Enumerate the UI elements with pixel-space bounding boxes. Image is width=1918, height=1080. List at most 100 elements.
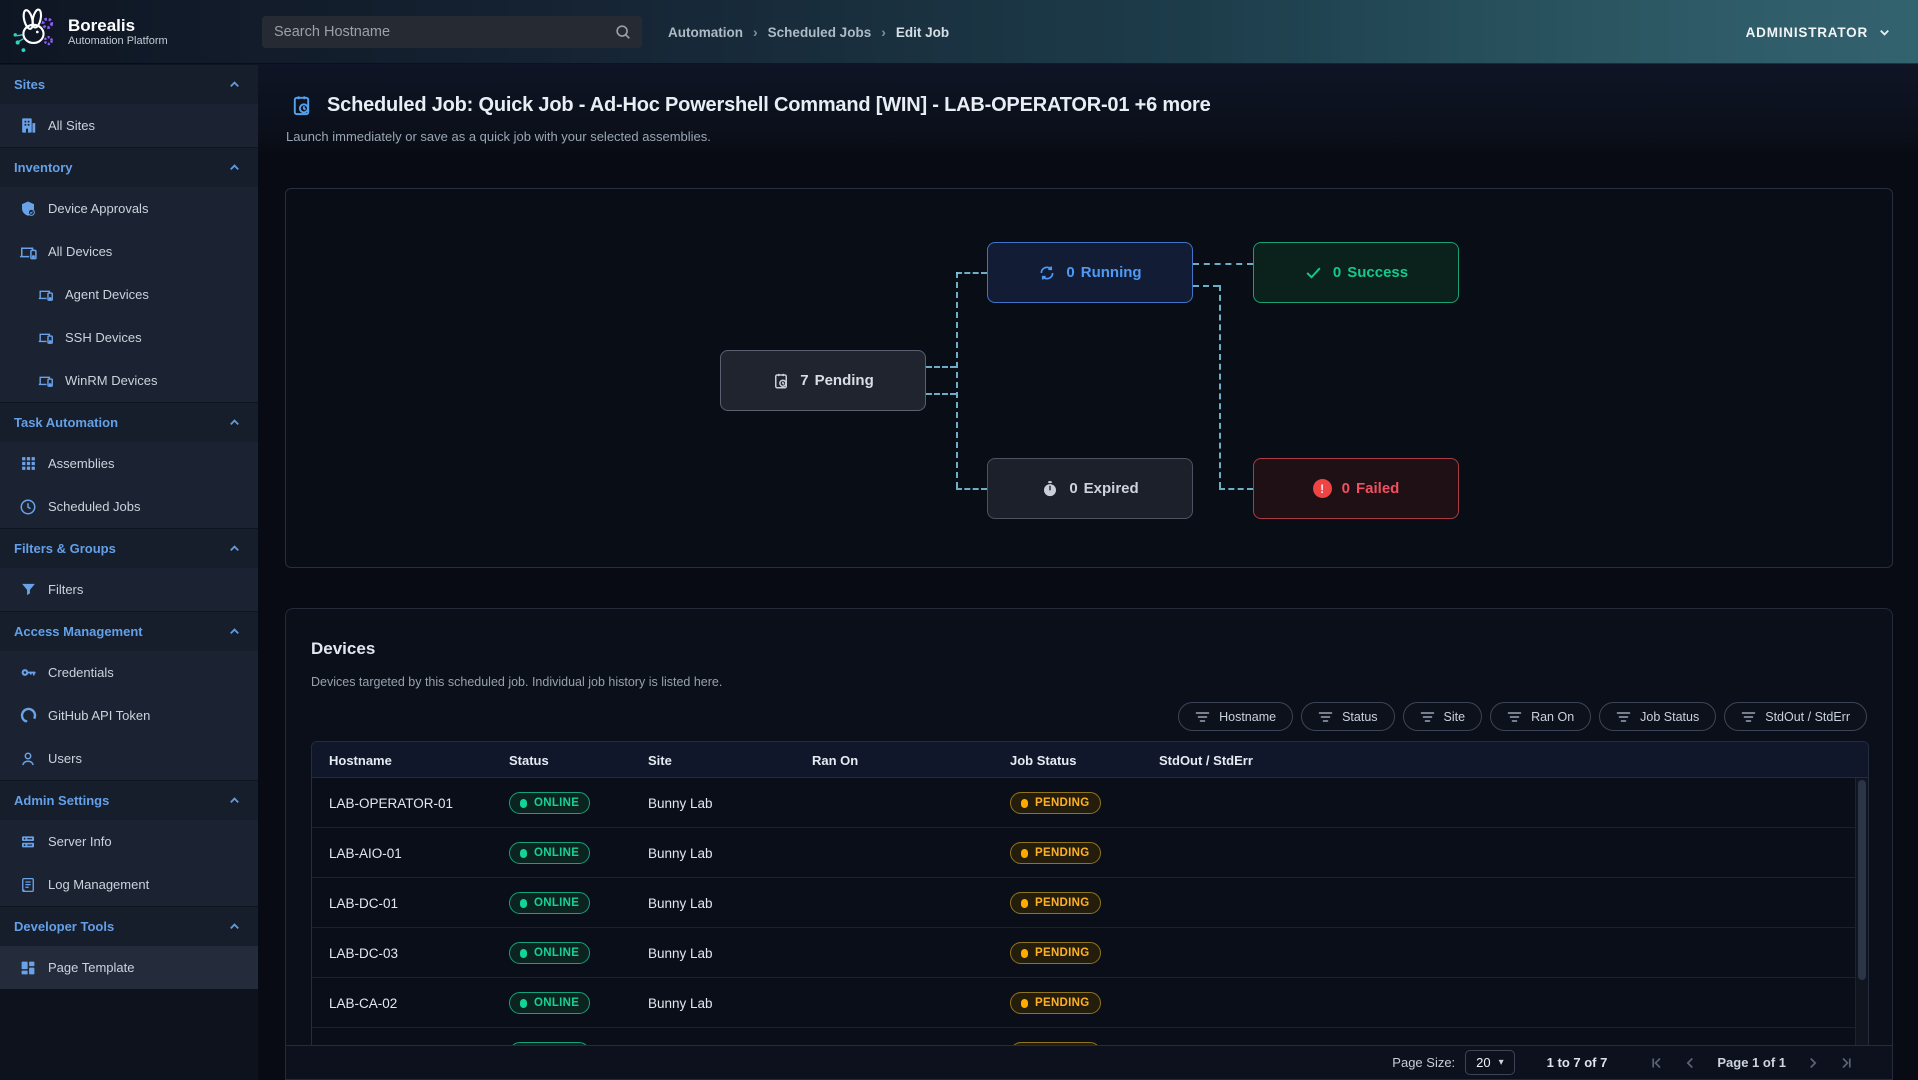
column-header-status[interactable]: Status	[509, 742, 549, 778]
page-size-select[interactable]: 20 ▾	[1465, 1050, 1515, 1075]
sidebar-section-sites[interactable]: Sites	[0, 64, 258, 104]
log-icon	[18, 875, 38, 895]
filter-lines-icon	[1741, 711, 1756, 723]
connector-line	[1193, 263, 1253, 265]
previous-page-icon[interactable]	[1683, 1056, 1697, 1070]
filter-lines-icon	[1507, 711, 1522, 723]
chevron-up-icon	[227, 624, 242, 639]
filter-chip-ran-on[interactable]: Ran On	[1490, 702, 1591, 731]
sidebar-item-device-approvals[interactable]: Device Approvals	[0, 187, 258, 230]
filter-chip-job-status[interactable]: Job Status	[1599, 702, 1716, 731]
page-title: Scheduled Job: Quick Job - Ad-Hoc Powers…	[327, 94, 1211, 117]
section-label: Inventory	[14, 160, 73, 175]
layout-icon	[18, 958, 38, 978]
sidebar-item-agent-devices[interactable]: Agent Devices	[0, 273, 258, 316]
scheduled-job-icon	[290, 94, 313, 117]
sidebar-item-credentials[interactable]: Credentials	[0, 651, 258, 694]
sidebar-section-access-management[interactable]: Access Management	[0, 611, 258, 651]
filter-chip-stdout-stderr[interactable]: StdOut / StdErr	[1724, 702, 1867, 731]
expired-count: 0	[1069, 480, 1077, 497]
sidebar-section-filters-groups[interactable]: Filters & Groups	[0, 528, 258, 568]
page-size-value: 20	[1476, 1055, 1490, 1070]
sidebar-item-assemblies[interactable]: Assemblies	[0, 442, 258, 485]
status-dot-icon	[520, 899, 527, 908]
chevron-up-icon	[227, 541, 242, 556]
breadcrumb-automation[interactable]: Automation	[668, 25, 743, 40]
scrollbar-thumb[interactable]	[1858, 780, 1866, 980]
devices-icon	[35, 285, 55, 305]
sidebar-item-ssh-devices[interactable]: SSH Devices	[0, 316, 258, 359]
hostname-cell: LAB-AIO-01	[329, 828, 402, 878]
column-header-ran-on[interactable]: Ran On	[812, 742, 858, 778]
check-icon	[1304, 263, 1323, 282]
sidebar-item-page-template[interactable]: Page Template	[0, 946, 258, 989]
page-header: Scheduled Job: Quick Job - Ad-Hoc Powers…	[258, 64, 1918, 154]
sidebar-item-log-management[interactable]: Log Management	[0, 863, 258, 906]
column-header-site[interactable]: Site	[648, 742, 672, 778]
brand-text: Borealis Automation Platform	[68, 16, 168, 47]
sidebar-item-label: Server Info	[48, 834, 112, 849]
section-label: Sites	[14, 77, 45, 92]
failed-status-box[interactable]: ! 0 Failed	[1253, 458, 1459, 519]
table-row[interactable]: LAB-OPERATOR-01 ONLINE Bunny Lab PENDING	[312, 778, 1868, 828]
table-scrollbar[interactable]	[1855, 778, 1868, 1047]
sidebar-item-users[interactable]: Users	[0, 737, 258, 780]
hostname-cell: LAB-DC-03	[329, 928, 398, 978]
sidebar-item-filters[interactable]: Filters	[0, 568, 258, 611]
status-badge: ONLINE	[509, 892, 590, 914]
sidebar-section-inventory[interactable]: Inventory	[0, 147, 258, 187]
table-row[interactable]: LAB-AIO-01 ONLINE Bunny Lab PENDING	[312, 828, 1868, 878]
sidebar-section-developer-tools[interactable]: Developer Tools	[0, 906, 258, 946]
table-row[interactable]: LAB-CA-02 ONLINE Bunny Lab PENDING	[312, 978, 1868, 1028]
status-cell: ONLINE	[509, 778, 590, 828]
sidebar-item-winrm-devices[interactable]: WinRM Devices	[0, 359, 258, 402]
sidebar-item-scheduled-jobs[interactable]: Scheduled Jobs	[0, 485, 258, 528]
app-window: Borealis Automation Platform Automation …	[0, 0, 1918, 1080]
filter-chip-hostname[interactable]: Hostname	[1178, 702, 1293, 731]
person-icon	[18, 749, 38, 769]
sidebar-item-label: All Sites	[48, 118, 95, 133]
job-status-badge: PENDING	[1010, 992, 1101, 1014]
breadcrumb-edit-job[interactable]: Edit Job	[896, 25, 949, 40]
sidebar-item-all-devices[interactable]: All Devices	[0, 230, 258, 273]
funnel-icon	[18, 580, 38, 600]
status-dot-icon	[520, 799, 527, 808]
running-status-box[interactable]: 0 Running	[987, 242, 1193, 303]
connector-line	[956, 488, 987, 490]
search-input[interactable]	[262, 24, 614, 40]
pending-count: 7	[800, 372, 808, 389]
column-header-job-status[interactable]: Job Status	[1010, 742, 1076, 778]
success-status-box[interactable]: 0 Success	[1253, 242, 1459, 303]
filter-chip-site[interactable]: Site	[1403, 702, 1483, 731]
pending-label: Pending	[815, 372, 874, 389]
sidebar-section-task-automation[interactable]: Task Automation	[0, 402, 258, 442]
breadcrumb-scheduled-jobs[interactable]: Scheduled Jobs	[768, 25, 872, 40]
first-page-icon[interactable]	[1649, 1056, 1663, 1070]
sidebar-item-all-sites[interactable]: All Sites	[0, 104, 258, 147]
sidebar-section-admin-settings[interactable]: Admin Settings	[0, 780, 258, 820]
user-menu[interactable]: ADMINISTRATOR	[1746, 0, 1892, 64]
next-page-icon[interactable]	[1806, 1056, 1820, 1070]
table-header-row: Hostname Status Site Ran On Job Status S…	[312, 742, 1868, 778]
chevron-down-icon	[1877, 25, 1892, 40]
expired-status-box[interactable]: 0 Expired	[987, 458, 1193, 519]
sidebar-item-github-api-token[interactable]: GitHub API Token	[0, 694, 258, 737]
section-label: Developer Tools	[14, 919, 114, 934]
devices-panel: Devices Devices targeted by this schedul…	[285, 608, 1893, 1080]
column-header-hostname[interactable]: Hostname	[329, 742, 392, 778]
status-dot-icon	[1021, 799, 1028, 808]
success-label: Success	[1347, 264, 1408, 281]
github-icon	[18, 706, 38, 726]
site-cell: Bunny Lab	[648, 878, 713, 928]
column-filter-chips: Hostname Status Site Ran On Job Status	[1178, 702, 1867, 731]
connector-line	[956, 272, 958, 488]
column-header-stdout-stderr[interactable]: StdOut / StdErr	[1159, 742, 1253, 778]
table-row[interactable]: LAB-DC-01 ONLINE Bunny Lab PENDING	[312, 878, 1868, 928]
filter-chip-status[interactable]: Status	[1301, 702, 1394, 731]
table-row[interactable]: LAB-DC-03 ONLINE Bunny Lab PENDING	[312, 928, 1868, 978]
sidebar-item-label: Agent Devices	[65, 287, 149, 302]
pending-status-box[interactable]: 7 Pending	[720, 350, 926, 411]
last-page-icon[interactable]	[1840, 1056, 1854, 1070]
sidebar-item-server-info[interactable]: Server Info	[0, 820, 258, 863]
page-size-label: Page Size:	[1392, 1055, 1455, 1070]
